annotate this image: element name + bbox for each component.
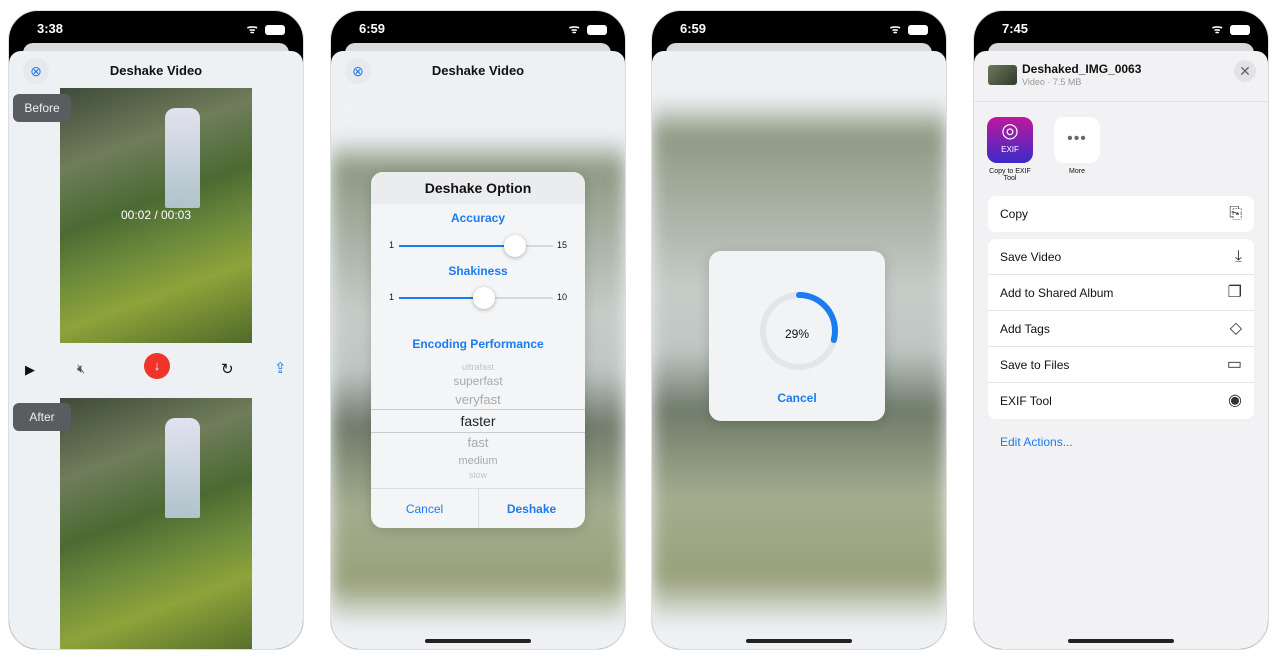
shakiness-min: 1	[389, 292, 395, 302]
exif-tool-action[interactable]: EXIF Tool ◉	[988, 383, 1254, 419]
action-label: Add Tags	[1000, 322, 1050, 336]
action-label: Add to Shared Album	[1000, 286, 1114, 300]
copy-action[interactable]: Copy ⎘	[988, 196, 1254, 232]
app-label: Copy to EXIF Tool	[989, 168, 1031, 182]
folder-icon: ▭	[1226, 356, 1242, 373]
wifi-battery-icon: ᯤ	[569, 20, 607, 37]
shared-album-icon: ❐	[1227, 284, 1242, 301]
status-time: 6:59	[359, 21, 386, 36]
add-tags-action[interactable]: Add Tags ◇	[988, 311, 1254, 347]
accuracy-label: Accuracy	[450, 211, 506, 225]
mute-icon[interactable]: 🔇︎	[77, 361, 85, 377]
action-label: EXIF Tool	[1000, 394, 1052, 408]
app-label: More	[1069, 168, 1085, 175]
close-icon[interactable]: ✕	[1234, 60, 1256, 82]
before-badge: Before	[13, 94, 71, 122]
accuracy-min: 1	[389, 240, 395, 250]
add-shared-album-action[interactable]: Add to Shared Album ❐	[988, 275, 1254, 311]
wifi-battery-icon: ᯤ	[890, 20, 928, 37]
share-icon[interactable]: ⇪	[274, 359, 287, 377]
action-list: Save Video ⤓ Add to Shared Album ❐ Add Tag…	[988, 239, 1254, 419]
shakiness-label: Shakiness	[448, 264, 508, 278]
edit-actions-link[interactable]: Edit Actions...	[1000, 435, 1073, 449]
file-name: Deshaked_IMG_0063	[1022, 62, 1142, 76]
file-meta: Video · 7.5 MB	[1022, 77, 1082, 87]
accuracy-slider[interactable]	[399, 235, 553, 257]
before-video[interactable]: 00:02 / 00:03	[60, 88, 252, 343]
progress-dialog: 29% Cancel	[709, 251, 885, 421]
encoding-label: Encoding Performance	[412, 337, 544, 351]
deshake-option-dialog: Deshake Option Accuracy 1 15 Shakiness 1…	[371, 172, 585, 528]
status-bar: 3:38 ᯤ	[9, 11, 303, 45]
shakiness-max: 10	[556, 292, 567, 302]
app-icon-text: EXIF	[1001, 145, 1019, 154]
cancel-button[interactable]: Cancel	[371, 502, 478, 516]
cancel-button[interactable]: Cancel	[709, 391, 885, 405]
exif-tool-app-icon[interactable]: ◎ EXIF	[987, 117, 1033, 163]
picker-option[interactable]: ultrafast	[371, 362, 585, 372]
page-title: Deshake Video	[431, 63, 525, 78]
page-title: Deshake Video	[109, 63, 203, 78]
more-icon[interactable]: •••	[1054, 117, 1100, 163]
picker-option[interactable]: slow	[371, 470, 585, 480]
wifi-battery-icon: ᯤ	[1212, 20, 1250, 37]
picker-option-selected[interactable]: faster	[371, 413, 585, 429]
timecode: 00:02 / 00:03	[120, 208, 192, 222]
picker-option[interactable]: superfast	[371, 374, 585, 388]
screen-deshake-option: 6:59 ᯤ ⊗ Deshake Video Deshake Option Acc…	[330, 10, 626, 650]
save-to-files-action[interactable]: Save to Files ▭	[988, 347, 1254, 383]
action-label: Copy	[1000, 207, 1029, 221]
picker-option[interactable]: veryfast	[371, 392, 585, 407]
video-thumbnail	[988, 65, 1017, 85]
after-video[interactable]	[60, 398, 252, 649]
status-time: 3:38	[37, 21, 64, 36]
deshake-button[interactable]: Deshake	[478, 502, 585, 516]
exif-tool-icon: ◉	[1228, 392, 1242, 409]
download-icon[interactable]: ↓	[144, 353, 170, 379]
accuracy-max: 15	[556, 240, 567, 250]
action-label: Save Video	[1000, 250, 1062, 264]
play-icon[interactable]: ▶	[25, 362, 35, 378]
tag-icon: ◇	[1229, 320, 1242, 337]
after-badge: After	[13, 403, 71, 431]
screen-share-sheet: 7:45 ᯤ Deshaked_IMG_0063 Video · 7.5 MB ✕…	[973, 10, 1269, 650]
progress-percent: 29%	[784, 327, 810, 341]
picker-option[interactable]: medium	[371, 455, 585, 467]
status-time: 7:45	[1002, 21, 1029, 36]
wifi-battery-icon: ᯤ	[247, 20, 285, 37]
status-time: 6:59	[680, 21, 707, 36]
download-icon: ⤓	[1234, 248, 1242, 265]
screen-progress: 6:59 ᯤ 29% Cancel	[651, 10, 947, 650]
action-label: Save to Files	[1000, 358, 1070, 372]
screen-deshake-video: 3:38 ᯤ ⊗ Deshake Video 00:02 / 00:03 Befo…	[8, 10, 304, 650]
rotate-icon[interactable]: ↻	[221, 360, 234, 378]
picker-option[interactable]: fast	[371, 435, 585, 450]
copy-icon: ⎘	[1229, 205, 1242, 222]
shakiness-slider[interactable]	[399, 287, 553, 309]
dialog-title: Deshake Option	[371, 172, 585, 204]
save-video-action[interactable]: Save Video ⤓	[988, 239, 1254, 275]
